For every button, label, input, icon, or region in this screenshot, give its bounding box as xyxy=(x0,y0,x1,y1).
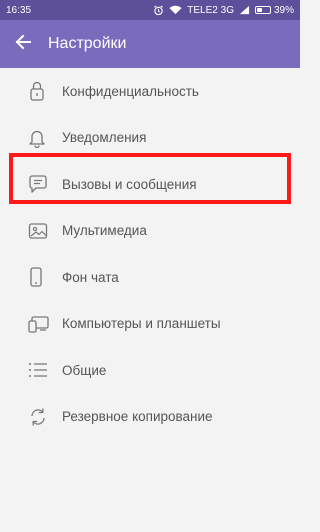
menu-item-label: Уведомления xyxy=(62,130,147,146)
menu-item-calls-messages[interactable]: Вызовы и сообщения xyxy=(0,161,300,208)
list-icon xyxy=(0,362,62,378)
toolbar: Настройки xyxy=(0,20,300,68)
wifi-icon xyxy=(169,5,182,15)
battery-percent: 39% xyxy=(273,4,294,16)
sync-icon xyxy=(0,407,62,427)
menu-item-notifications[interactable]: Уведомления xyxy=(0,115,300,162)
signal-icon xyxy=(239,5,250,15)
menu-item-devices[interactable]: Компьютеры и планшеты xyxy=(0,301,300,348)
carrier-label: TELE2 3G xyxy=(187,4,234,16)
menu-item-general[interactable]: Общие xyxy=(0,347,300,394)
menu-item-label: Компьютеры и планшеты xyxy=(62,316,221,332)
settings-menu: Конфиденциальность Уведомления Вызовы и … xyxy=(0,68,300,440)
menu-item-label: Мультимедиа xyxy=(62,223,147,239)
battery-fill xyxy=(256,8,262,12)
status-bar: 16:35 TELE2 3G 39% xyxy=(0,0,300,20)
page-title: Настройки xyxy=(48,35,127,52)
status-time: 16:35 xyxy=(6,4,32,16)
lock-icon xyxy=(0,81,62,101)
menu-item-multimedia[interactable]: Мультимедиа xyxy=(0,208,300,255)
alarm-icon xyxy=(153,5,164,16)
menu-item-label: Вызовы и сообщения xyxy=(62,176,197,192)
phone-icon xyxy=(0,267,62,287)
menu-item-label: Конфиденциальность xyxy=(62,83,199,99)
menu-item-label: Общие xyxy=(62,362,107,378)
battery-icon xyxy=(254,6,271,14)
menu-item-backup[interactable]: Резервное копирование xyxy=(0,394,300,441)
menu-item-privacy[interactable]: Конфиденциальность xyxy=(0,68,300,115)
menu-item-label: Фон чата xyxy=(62,269,119,285)
arrow-left-icon xyxy=(15,34,31,55)
menu-item-chat-background[interactable]: Фон чата xyxy=(0,254,300,301)
bell-icon xyxy=(0,128,62,148)
image-icon xyxy=(0,222,62,240)
menu-item-label: Резервное копирование xyxy=(62,409,213,425)
chat-bubble-icon xyxy=(0,175,62,193)
back-button[interactable] xyxy=(0,20,46,68)
devices-icon xyxy=(0,315,62,333)
battery-indicator: 39% xyxy=(254,4,294,16)
